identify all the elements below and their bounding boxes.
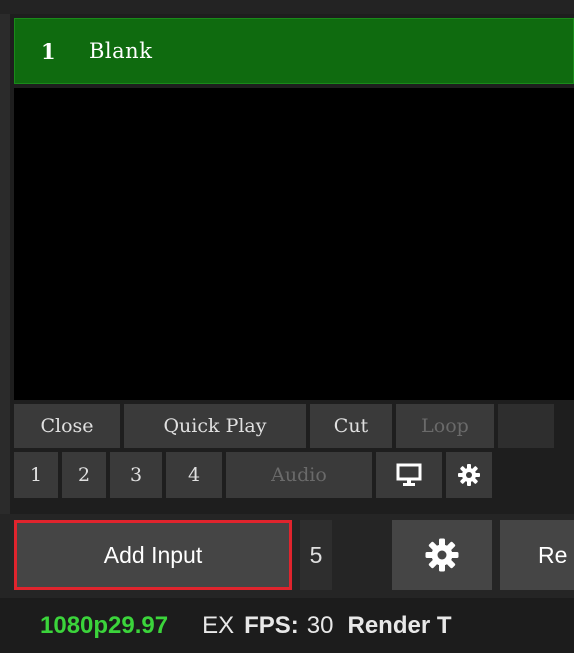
input-count: 5 — [300, 520, 332, 590]
input-name: Blank — [89, 39, 153, 63]
loop-button[interactable]: Loop — [396, 404, 494, 448]
add-input-button[interactable]: Add Input — [14, 520, 292, 590]
quick-play-button[interactable]: Quick Play — [124, 404, 306, 448]
row1-spacer — [498, 404, 554, 448]
close-button[interactable]: Close — [14, 404, 120, 448]
cut-button[interactable]: Cut — [310, 404, 392, 448]
input-settings-button[interactable] — [446, 452, 492, 498]
fps-value: 30 — [306, 611, 334, 639]
overlay-1-button[interactable]: 1 — [14, 452, 58, 498]
monitor-icon — [396, 463, 422, 486]
ex-label: EX — [202, 611, 235, 639]
audio-button[interactable]: Audio — [226, 452, 372, 498]
top-strip — [0, 0, 574, 14]
main-toolbar: Add Input 5 Re — [0, 514, 574, 598]
settings-button[interactable] — [392, 520, 492, 590]
input-controls-row1: Close Quick Play Cut Loop — [14, 404, 554, 448]
overlay-4-button[interactable]: 4 — [166, 452, 222, 498]
input-number: 1 — [41, 38, 56, 64]
video-format: 1080p29.97 — [40, 611, 169, 639]
record-button[interactable]: Re — [500, 520, 574, 590]
overlay-3-button[interactable]: 3 — [110, 452, 162, 498]
gear-icon — [425, 538, 459, 572]
render-time-label: Render T — [347, 611, 452, 639]
input-header[interactable]: 1 Blank — [14, 18, 574, 84]
fps-label: FPS: — [244, 611, 299, 639]
gear-icon — [458, 464, 480, 486]
input-controls-row2: 1 2 3 4 Audio — [14, 452, 492, 498]
overlay-2-button[interactable]: 2 — [62, 452, 106, 498]
input-preview[interactable] — [14, 88, 574, 400]
status-bar: 1080p29.97 EX FPS: 30 Render T — [0, 598, 574, 653]
monitor-button[interactable] — [376, 452, 442, 498]
vmix-window: 1 Blank Close Quick Play Cut Loop 1 2 3 … — [0, 0, 574, 653]
input-panel: 1 Blank Close Quick Play Cut Loop 1 2 3 … — [10, 14, 574, 514]
